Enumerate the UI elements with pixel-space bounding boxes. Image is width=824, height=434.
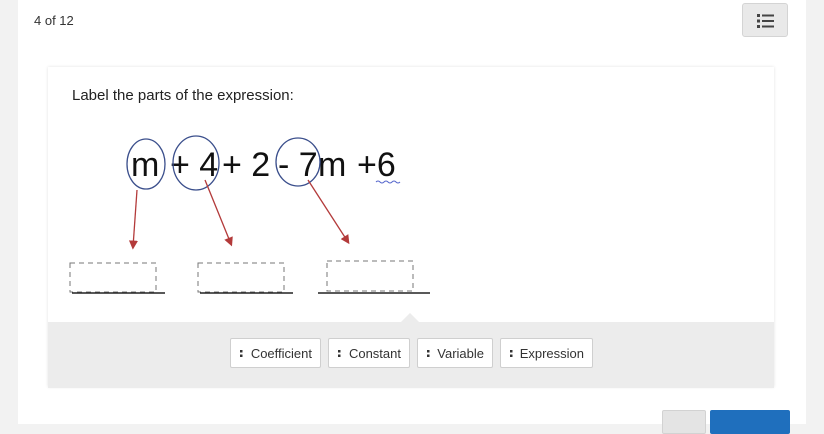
chip-label: Variable <box>437 345 484 361</box>
arrow-1 <box>128 189 138 250</box>
expr-term-minus-7: - 7 <box>278 146 318 184</box>
chip-expression[interactable]: Expression <box>500 338 593 368</box>
word-bank <box>48 322 774 388</box>
drag-handle-icon <box>427 349 430 357</box>
word-bank-pointer <box>401 313 419 322</box>
drop-zone-2[interactable] <box>197 262 293 294</box>
next-button[interactable] <box>710 410 790 434</box>
chip-constant[interactable]: Constant <box>328 338 410 368</box>
back-button[interactable] <box>662 410 706 434</box>
expr-term-plus-6: +6 <box>357 146 396 184</box>
expr-term-plus-2: + 2 <box>222 146 270 184</box>
drag-handle-icon <box>338 349 341 357</box>
expression-diagram: m + 4 + 2 - 7 m +6 <box>69 135 430 294</box>
arrow-3 <box>307 179 350 245</box>
question-counter: 4 of 12 <box>34 13 74 28</box>
drag-handle-icon <box>240 349 243 357</box>
arrow-2 <box>204 179 233 247</box>
drop-zone-1[interactable] <box>69 262 165 294</box>
chip-label: Constant <box>348 345 401 361</box>
expr-term-m-2: m <box>318 146 346 184</box>
question-list-button[interactable] <box>742 3 788 37</box>
drop-zone-3[interactable] <box>318 260 430 294</box>
chip-variable[interactable]: Variable <box>417 338 493 368</box>
list-icon <box>757 14 774 28</box>
chip-coefficient[interactable]: Coefficient <box>230 338 321 368</box>
drag-handle-icon <box>510 349 513 357</box>
question-prompt: Label the parts of the expression: <box>72 87 294 104</box>
chip-label: Coefficient <box>250 345 312 361</box>
chip-label: Expression <box>519 345 584 361</box>
expr-term-m: m <box>131 146 159 184</box>
